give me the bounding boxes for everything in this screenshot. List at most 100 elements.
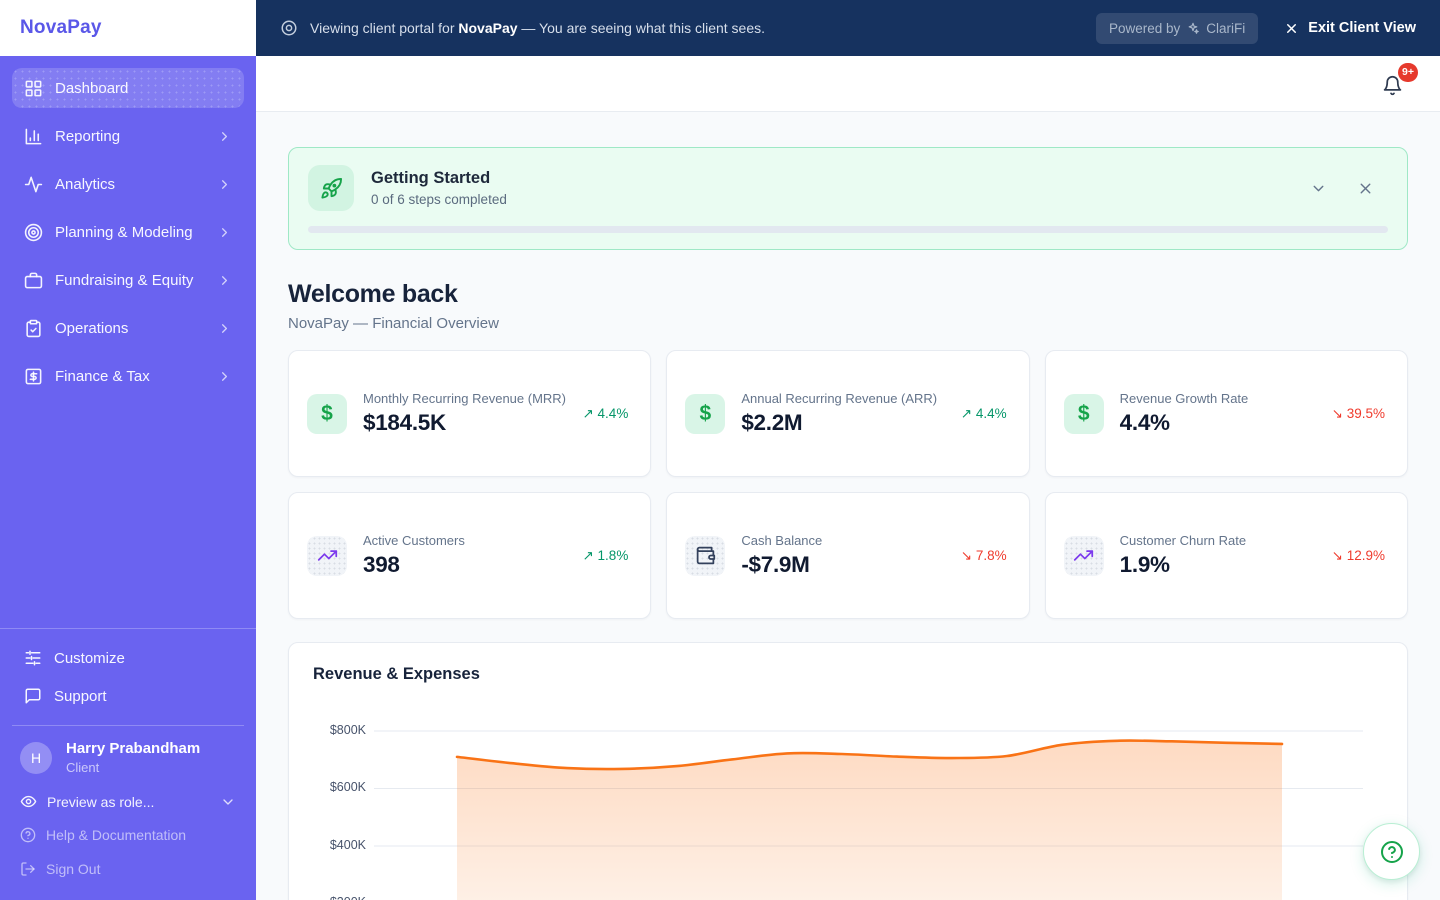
chevron-right-icon: [217, 129, 232, 144]
sidebar-item-label: Fundraising & Equity: [55, 271, 194, 289]
sign-out-button[interactable]: Sign Out: [12, 852, 244, 886]
sidebar-item-fundraising-equity[interactable]: Fundraising & Equity: [12, 260, 244, 300]
sidebar-item-label: Analytics: [55, 175, 116, 193]
metric-delta: ↘ 12.9%: [1331, 547, 1385, 563]
metric-card-active-customers[interactable]: Active Customers 398 ↗ 1.8%: [288, 492, 652, 619]
metric-value: $2.2M: [741, 410, 803, 435]
sidebar-item-dashboard[interactable]: Dashboard: [12, 68, 244, 108]
sidebar-item-customize[interactable]: Customize: [12, 639, 244, 677]
page-title: Welcome back: [288, 280, 458, 308]
metric-value: 398: [363, 552, 400, 577]
metric-value: $184.5K: [363, 410, 446, 435]
eye-icon: [20, 795, 37, 808]
help-circle-icon: [1380, 840, 1403, 863]
revenue-expenses-chart-card: Revenue & Expenses $800K $600K $400K $20…: [288, 642, 1408, 900]
sliders-icon: [25, 650, 41, 666]
brand-label: ClariFi: [1206, 20, 1246, 36]
sidebar-item-finance-tax[interactable]: Finance & Tax: [12, 356, 244, 396]
metric-value: 1.9%: [1119, 552, 1170, 577]
page-subtitle: NovaPay — Financial Overview: [288, 315, 499, 332]
sparkles-icon: [1188, 22, 1200, 34]
onboarding-progress-bar: [308, 226, 1388, 233]
help-circle-icon: [20, 827, 36, 843]
help-label: Help & Documentation: [46, 827, 187, 843]
powered-by-chip[interactable]: Powered by ClariFi: [1095, 12, 1259, 44]
metric-card-arr[interactable]: $ Annual Recurring Revenue (ARR) $2.2M ↗…: [666, 350, 1030, 477]
help-fab-button[interactable]: [1363, 823, 1420, 880]
metric-label: Annual Recurring Revenue (ARR): [741, 391, 938, 406]
sidebar-item-support[interactable]: Support: [12, 677, 244, 715]
wallet-icon: [685, 535, 726, 576]
revenue-area-fill: [457, 740, 1282, 900]
metric-delta: ↘ 39.5%: [1331, 405, 1385, 421]
metrics-grid: $ Monthly Recurring Revenue (MRR) $184.5…: [288, 350, 1408, 619]
exit-label: Exit Client View: [1308, 20, 1416, 36]
metric-value: 4.4%: [1119, 410, 1170, 435]
metric-delta: ↘ 7.8%: [960, 547, 1007, 563]
chevron-down-icon: [220, 794, 236, 810]
metric-delta: ↗ 4.4%: [960, 405, 1007, 421]
sidebar-item-analytics[interactable]: Analytics: [12, 164, 244, 204]
chart-title: Revenue & Expenses: [313, 665, 480, 683]
revenue-expenses-chart[interactable]: $800K $600K $400K $200K: [289, 695, 1409, 900]
user-role: Client: [66, 760, 100, 775]
help-documentation-link[interactable]: Help & Documentation: [12, 818, 244, 852]
chevron-right-icon: [217, 177, 232, 192]
preview-as-role-selector[interactable]: Preview as role...: [12, 785, 244, 818]
getting-started-subtitle: 0 of 6 steps completed: [371, 192, 507, 207]
client-view-banner: Viewing client portal for NovaPay — You …: [256, 0, 1440, 56]
metric-label: Monthly Recurring Revenue (MRR): [363, 391, 567, 406]
sidebar-item-label: Reporting: [55, 127, 121, 145]
user-block: H Harry Prabandham Client: [12, 725, 244, 785]
chevron-right-icon: [217, 273, 232, 288]
logo-strip: NovaPay: [0, 0, 256, 56]
trending-up-icon: [1063, 535, 1104, 576]
metric-label: Cash Balance: [741, 533, 823, 548]
chevron-right-icon: [217, 321, 232, 336]
sidebar-item-operations[interactable]: Operations: [12, 308, 244, 348]
metric-card-cash-balance[interactable]: Cash Balance -$7.9M ↘ 7.8%: [666, 492, 1030, 619]
layout-grid-icon: [25, 80, 42, 96]
sidebar-item-planning-modeling[interactable]: Planning & Modeling: [12, 212, 244, 252]
metric-delta: ↗ 1.8%: [582, 547, 629, 563]
sidebar-footer: Customize Support H Harry Prabandham Cli…: [0, 628, 256, 900]
metric-card-churn-rate[interactable]: Customer Churn Rate 1.9% ↘ 12.9%: [1044, 492, 1408, 619]
metric-label: Active Customers: [363, 533, 465, 548]
rocket-icon: [308, 165, 354, 211]
notifications-button[interactable]: 9+: [1382, 62, 1418, 97]
banner-client-name: NovaPay: [458, 20, 518, 36]
sidebar: NovaPay Dashboard Reporting Analytics Pl…: [0, 0, 256, 900]
clipboard-check-icon: [26, 319, 41, 337]
collapse-chevron-icon[interactable]: [1310, 180, 1327, 197]
sidebar-item-label: Finance & Tax: [55, 367, 150, 385]
sidebar-item-label: Support: [54, 687, 107, 705]
metric-card-mrr[interactable]: $ Monthly Recurring Revenue (MRR) $184.5…: [288, 350, 652, 477]
metric-delta: ↗ 4.4%: [582, 405, 629, 421]
signout-label: Sign Out: [46, 861, 101, 877]
dismiss-icon[interactable]: [1357, 180, 1374, 197]
trending-up-icon: [307, 535, 347, 576]
eye-circle-icon: [280, 19, 298, 37]
log-out-icon: [21, 862, 35, 876]
client-portal-dashboard: { "sidebar": { "logo": "NovaPay", "items…: [0, 0, 1440, 900]
avatar: H: [20, 741, 52, 774]
chevron-right-icon: [217, 369, 232, 384]
sidebar-item-label: Planning & Modeling: [55, 223, 193, 241]
area-chart-svg: [374, 730, 1363, 900]
activity-icon: [24, 176, 43, 192]
bar-chart-icon: [25, 128, 42, 144]
sidebar-item-reporting[interactable]: Reporting: [12, 116, 244, 156]
top-header: 9+: [256, 56, 1440, 112]
metric-value: -$7.9M: [741, 552, 810, 577]
dollar-square-icon: [25, 368, 42, 384]
metric-label: Revenue Growth Rate: [1119, 391, 1249, 406]
main-content: Getting Started 0 of 6 steps completed W…: [256, 112, 1440, 900]
metric-card-revenue-growth[interactable]: $ Revenue Growth Rate 4.4% ↘ 39.5%: [1044, 350, 1408, 477]
exit-client-view-button[interactable]: Exit Client View: [1284, 20, 1416, 36]
powered-by-label: Powered by: [1108, 20, 1181, 36]
preview-label: Preview as role...: [47, 793, 155, 810]
notification-badge: 9+: [1398, 62, 1418, 82]
getting-started-banner: Getting Started 0 of 6 steps completed: [288, 147, 1408, 250]
app-logo: NovaPay: [20, 17, 102, 38]
banner-text: Viewing client portal for NovaPay — You …: [310, 20, 766, 36]
